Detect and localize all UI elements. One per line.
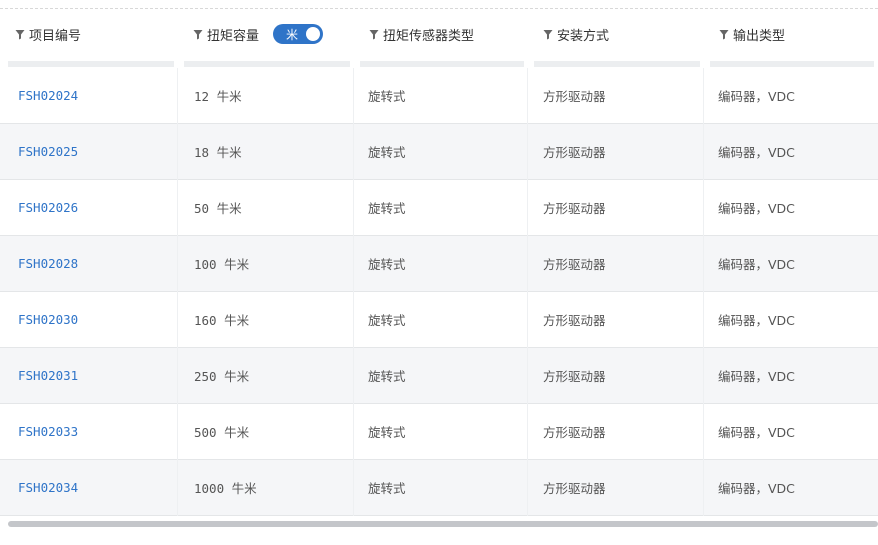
sensor-type-cell: 旋转式 <box>354 459 528 516</box>
mount-type-cell: 方形驱动器 <box>528 235 704 292</box>
project-number-link[interactable]: FSH02031 <box>18 368 78 383</box>
table-row: FSH02034 1000 牛米 旋转式 方形驱动器 编码器，VDC <box>0 459 878 516</box>
project-number-link[interactable]: FSH02030 <box>18 312 78 327</box>
sensor-type-cell: 旋转式 <box>354 67 528 124</box>
project-number-link[interactable]: FSH02024 <box>18 88 78 103</box>
table-header: 项目编号 扭矩容量 米 扭矩传感器类型 安装方式 输出类型 <box>0 9 878 67</box>
torque-capacity-cell: 100 牛米 <box>178 235 354 292</box>
table-row: FSH02030 160 牛米 旋转式 方形驱动器 编码器，VDC <box>0 291 878 348</box>
sensor-type-cell: 旋转式 <box>354 347 528 404</box>
table-row: FSH02028 100 牛米 旋转式 方形驱动器 编码器，VDC <box>0 235 878 292</box>
project-number-link[interactable]: FSH02033 <box>18 424 78 439</box>
sensor-type-cell: 旋转式 <box>354 403 528 460</box>
project-number-link[interactable]: FSH02034 <box>18 480 78 495</box>
column-resize-bar[interactable] <box>534 61 700 67</box>
project-number-cell: FSH02030 <box>0 291 178 348</box>
product-table: 项目编号 扭矩容量 米 扭矩传感器类型 安装方式 输出类型 FSH02024 1… <box>0 0 878 545</box>
filter-icon[interactable] <box>15 29 25 40</box>
torque-capacity-cell: 250 牛米 <box>178 347 354 404</box>
output-type-cell: 编码器，VDC <box>718 257 795 272</box>
column-header-label: 扭矩容量 <box>207 28 260 44</box>
table-row: FSH02026 50 牛米 旋转式 方形驱动器 编码器，VDC <box>0 179 878 236</box>
sensor-type-cell: 旋转式 <box>354 235 528 292</box>
filter-icon[interactable] <box>193 29 203 40</box>
mount-type-cell: 方形驱动器 <box>528 179 704 236</box>
sensor-type-cell: 旋转式 <box>354 179 528 236</box>
column-resize-bar[interactable] <box>8 61 174 67</box>
column-resize-bar[interactable] <box>710 61 874 67</box>
project-number-cell: FSH02033 <box>0 403 178 460</box>
output-type-cell: 编码器，VDC <box>718 89 795 104</box>
sensor-type-cell: 旋转式 <box>354 123 528 180</box>
column-header-label: 安装方式 <box>557 28 610 44</box>
project-number-link[interactable]: FSH02025 <box>18 144 78 159</box>
torque-capacity-cell: 18 牛米 <box>178 123 354 180</box>
project-number-cell: FSH02026 <box>0 179 178 236</box>
torque-capacity-cell: 500 牛米 <box>178 403 354 460</box>
filter-icon[interactable] <box>719 29 729 40</box>
unit-toggle[interactable]: 米 <box>273 24 324 44</box>
table-row: FSH02024 12 牛米 旋转式 方形驱动器 编码器，VDC <box>0 67 878 124</box>
output-type-cell: 编码器，VDC <box>718 369 795 384</box>
project-number-link[interactable]: FSH02026 <box>18 200 78 215</box>
horizontal-scrollbar[interactable] <box>8 521 878 527</box>
column-header-torque-sensor-type[interactable]: 扭矩传感器类型 <box>354 9 528 67</box>
unit-toggle-label: 米 <box>286 27 299 42</box>
column-header-label: 输出类型 <box>733 28 786 44</box>
table-row: FSH02031 250 牛米 旋转式 方形驱动器 编码器，VDC <box>0 347 878 404</box>
project-number-cell: FSH02034 <box>0 459 178 516</box>
mount-type-cell: 方形驱动器 <box>528 459 704 516</box>
mount-type-cell: 方形驱动器 <box>528 403 704 460</box>
torque-capacity-cell: 50 牛米 <box>178 179 354 236</box>
project-number-cell: FSH02028 <box>0 235 178 292</box>
table-row: FSH02033 500 牛米 旋转式 方形驱动器 编码器，VDC <box>0 403 878 460</box>
output-type-cell: 编码器，VDC <box>718 313 795 328</box>
column-resize-bar[interactable] <box>184 61 350 67</box>
project-number-link[interactable]: FSH02028 <box>18 256 78 271</box>
filter-icon[interactable] <box>543 29 553 40</box>
output-type-cell: 编码器，VDC <box>718 145 795 160</box>
column-header-label: 项目编号 <box>29 28 82 44</box>
mount-type-cell: 方形驱动器 <box>528 67 704 124</box>
sensor-type-cell: 旋转式 <box>354 291 528 348</box>
project-number-cell: FSH02031 <box>0 347 178 404</box>
column-header-label: 扭矩传感器类型 <box>383 28 475 44</box>
output-type-cell: 编码器，VDC <box>718 201 795 216</box>
mount-type-cell: 方形驱动器 <box>528 123 704 180</box>
output-type-cell: 编码器，VDC <box>718 425 795 440</box>
column-header-torque-capacity[interactable]: 扭矩容量 米 <box>178 9 354 67</box>
table-body: FSH02024 12 牛米 旋转式 方形驱动器 编码器，VDC FSH0202… <box>0 67 878 516</box>
torque-capacity-cell: 160 牛米 <box>178 291 354 348</box>
output-type-cell: 编码器，VDC <box>718 481 795 496</box>
filter-icon[interactable] <box>369 29 379 40</box>
column-header-mount-type[interactable]: 安装方式 <box>528 9 704 67</box>
project-number-cell: FSH02025 <box>0 123 178 180</box>
torque-capacity-cell: 1000 牛米 <box>178 459 354 516</box>
torque-capacity-cell: 12 牛米 <box>178 67 354 124</box>
project-number-cell: FSH02024 <box>0 67 178 124</box>
column-header-project-number[interactable]: 项目编号 <box>0 9 178 67</box>
toggle-knob <box>306 27 321 41</box>
mount-type-cell: 方形驱动器 <box>528 347 704 404</box>
column-header-output-type[interactable]: 输出类型 <box>704 9 878 67</box>
column-resize-bar[interactable] <box>360 61 524 67</box>
table-row: FSH02025 18 牛米 旋转式 方形驱动器 编码器，VDC <box>0 123 878 180</box>
mount-type-cell: 方形驱动器 <box>528 291 704 348</box>
